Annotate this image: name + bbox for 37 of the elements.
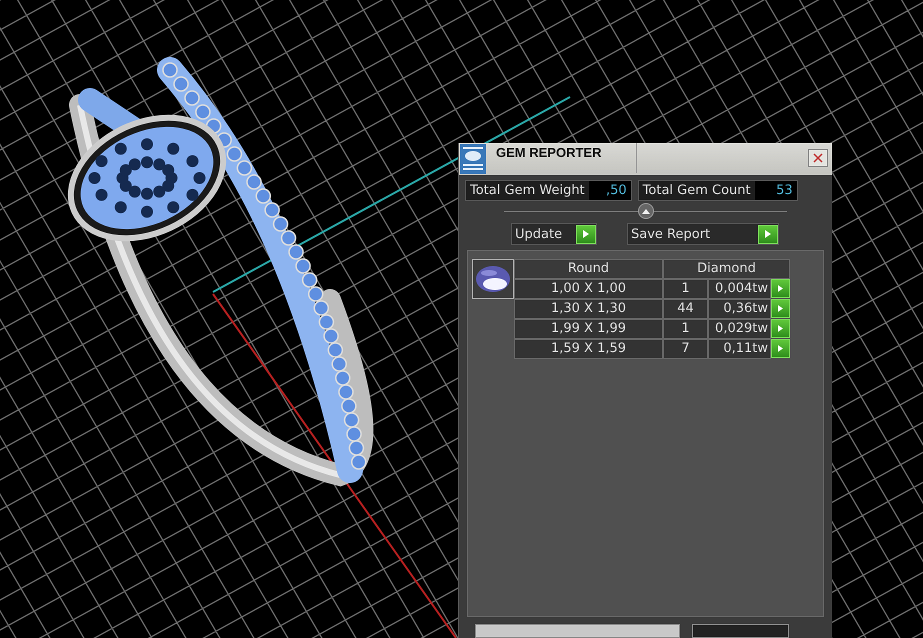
play-button[interactable] (576, 224, 596, 244)
total-value: ,50 (588, 180, 631, 200)
up-arrow-icon (642, 208, 650, 214)
close-icon (813, 153, 823, 163)
table-cell: 1 (663, 318, 708, 339)
table-cell: 1,59 X 1,59 (514, 338, 663, 359)
table-cell: 7 (663, 338, 708, 359)
table-cell: 1,30 X 1,30 (514, 298, 663, 319)
table-cell: 44 (663, 298, 708, 319)
total-label: Total Gem Count (642, 182, 752, 200)
play-icon (778, 304, 783, 312)
play-icon (778, 284, 783, 292)
play-icon (765, 230, 771, 238)
play-icon (583, 230, 589, 238)
total-label: Total Gem Weight (469, 182, 586, 200)
play-icon (778, 344, 783, 352)
play-button[interactable] (758, 224, 778, 244)
dropdown-field[interactable] (475, 624, 680, 638)
window-title: GEM REPORTER (495, 144, 602, 160)
table-cell: 0,36tw (708, 298, 771, 319)
column-header: Round (514, 258, 663, 279)
play-button[interactable] (771, 338, 790, 358)
dropdown-field[interactable] (692, 624, 789, 638)
table-cell: 0,029tw (708, 318, 771, 339)
close-button[interactable] (808, 149, 828, 167)
table-cell: 0,004tw (708, 278, 771, 299)
collapse-button[interactable] (638, 203, 654, 220)
gem-list-icon (460, 144, 486, 174)
table-cell: 1,99 X 1,99 (514, 318, 663, 339)
column-header: Diamond (663, 258, 790, 279)
play-icon (778, 324, 783, 332)
table-cell: 0,11tw (708, 338, 771, 359)
play-button[interactable] (771, 298, 790, 318)
play-button[interactable] (771, 318, 790, 338)
table-cell: 1 (663, 278, 708, 299)
table-cell: 1,00 X 1,00 (514, 278, 663, 299)
total-value: 53 (754, 180, 797, 200)
